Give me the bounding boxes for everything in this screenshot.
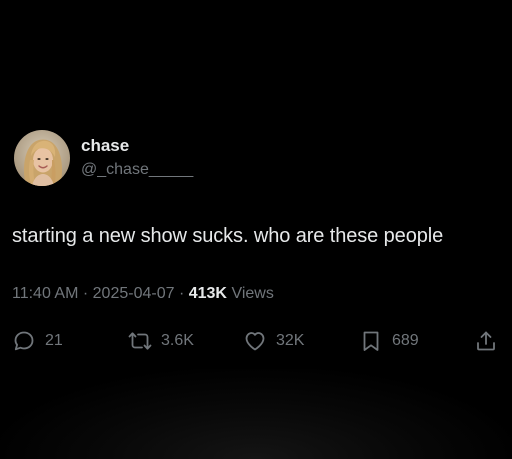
tweet-meta: 11:40 AM · 2025-04-07 · 413K Views xyxy=(12,285,274,303)
heart-icon xyxy=(245,332,265,351)
like-count: 32K xyxy=(276,332,305,349)
views-count[interactable]: 413K xyxy=(189,285,227,302)
tweet-text: starting a new show sucks. who are these… xyxy=(12,225,444,247)
display-name[interactable]: chase xyxy=(81,136,129,156)
user-handle[interactable]: @_chase_____ xyxy=(81,161,193,179)
tweet-date[interactable]: 2025-04-07 xyxy=(93,285,175,302)
meta-separator: · xyxy=(178,285,185,302)
reply-button[interactable]: 21 xyxy=(12,326,63,356)
repost-button[interactable]: 3.6K xyxy=(128,326,194,356)
profile-photo-icon xyxy=(14,130,70,186)
bookmark-button[interactable]: 689 xyxy=(359,326,419,356)
bookmark-icon xyxy=(363,331,379,351)
tweet-card: chase @_chase_____ starting a new show s… xyxy=(0,0,512,459)
action-bar: 21 3.6K 32K 689 xyxy=(0,326,512,356)
meta-separator: · xyxy=(82,285,89,302)
reply-icon xyxy=(14,331,34,351)
share-icon xyxy=(477,331,495,351)
reply-count: 21 xyxy=(45,332,63,349)
share-button[interactable] xyxy=(474,326,498,356)
bookmark-count: 689 xyxy=(392,332,419,349)
repost-icon xyxy=(128,332,152,350)
avatar[interactable] xyxy=(14,130,70,186)
tweet-time[interactable]: 11:40 AM xyxy=(12,285,78,302)
repost-count: 3.6K xyxy=(161,332,194,349)
views-label: Views xyxy=(231,285,274,302)
like-button[interactable]: 32K xyxy=(243,326,304,356)
